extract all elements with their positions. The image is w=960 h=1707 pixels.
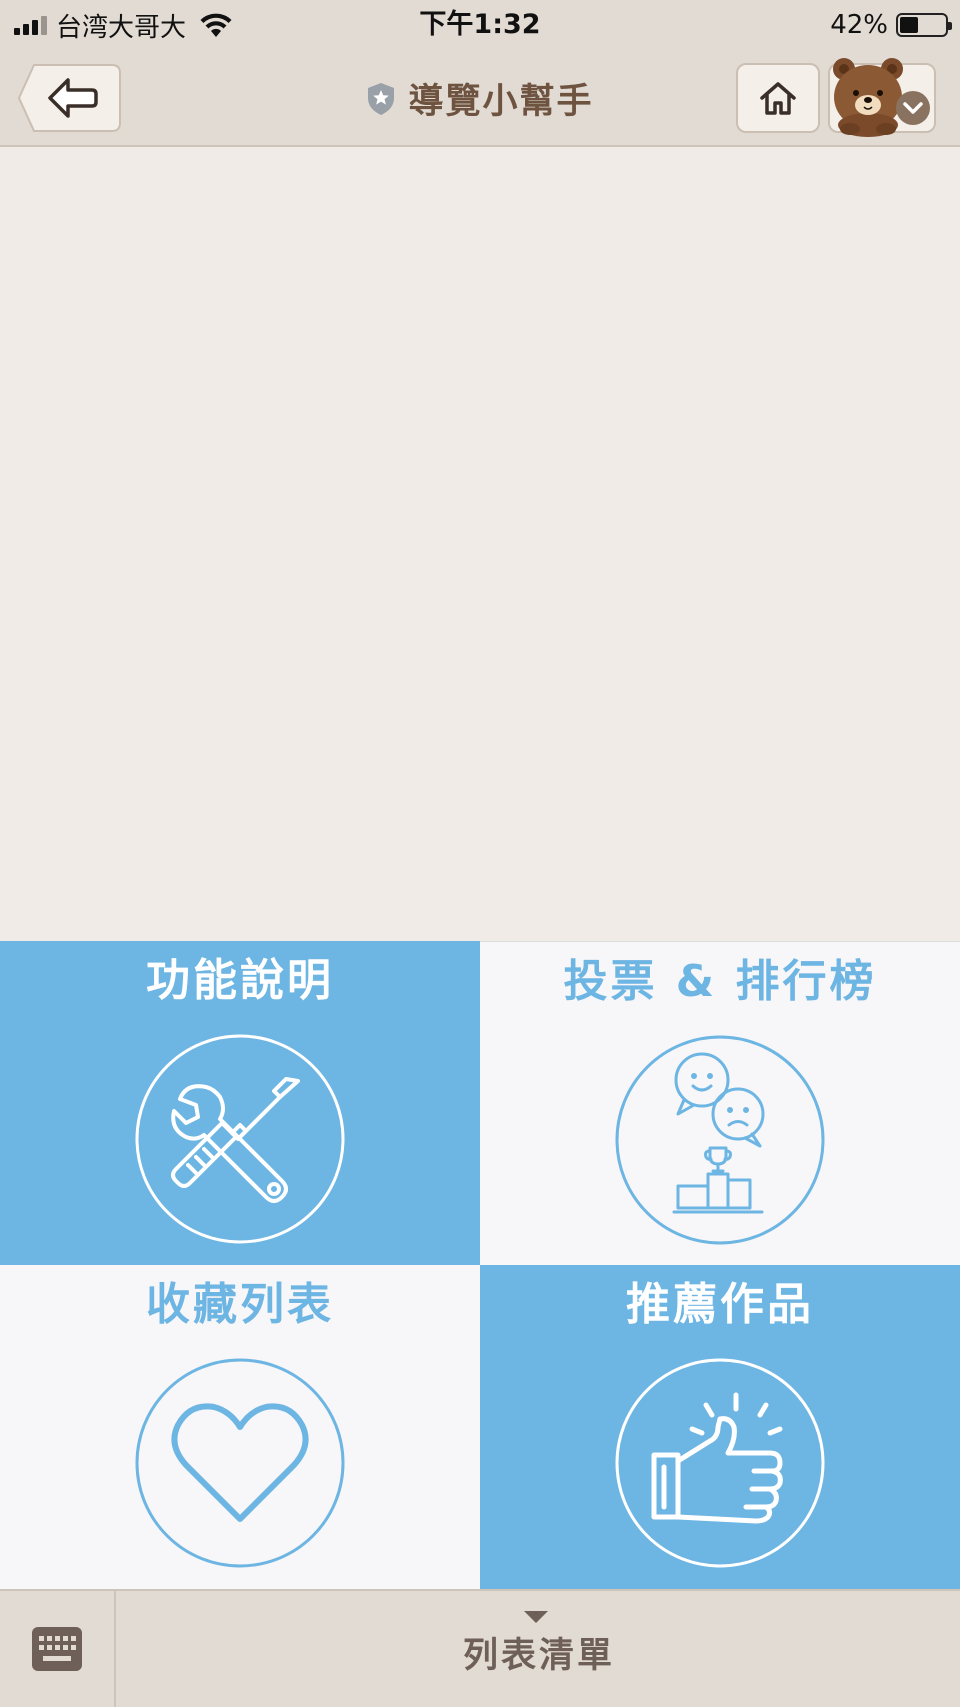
- menu-tile-label: 收藏列表: [146, 1279, 334, 1330]
- thumbs-up-icon: [615, 1358, 825, 1568]
- menu-tile-favorites[interactable]: 收藏列表: [0, 1265, 480, 1589]
- heart-icon: [135, 1358, 345, 1568]
- menu-tile-label: 推薦作品: [626, 1279, 814, 1330]
- home-icon: [760, 82, 796, 115]
- menu-tile-feature-guide[interactable]: 功能說明: [0, 941, 480, 1265]
- nav-bar: 導覽小幫手: [0, 50, 960, 147]
- account-menu-button[interactable]: [828, 58, 936, 137]
- battery-fill: [900, 17, 919, 33]
- tools-icon: [135, 1034, 345, 1244]
- menu-tile-label: 投票 & 排行榜: [563, 956, 877, 1007]
- triangle-down-icon: [524, 1611, 548, 1623]
- rich-menu: 功能說明 投票 & 排行榜 收藏列表 推薦作品: [0, 941, 960, 1589]
- battery-percent: 42%: [830, 10, 888, 40]
- status-time: 下午1:32: [419, 9, 541, 40]
- status-right: 42%: [830, 8, 952, 42]
- keyboard-button[interactable]: [0, 1591, 116, 1707]
- list-menu-label: 列表清單: [462, 1636, 615, 1676]
- list-menu-toggle[interactable]: 列表清單: [118, 1591, 960, 1707]
- bear-avatar: [833, 58, 903, 137]
- battery-icon: [896, 13, 952, 37]
- page-title-text: 導覽小幫手: [408, 82, 594, 122]
- keyboard-icon: [32, 1627, 82, 1671]
- home-button[interactable]: [736, 63, 820, 133]
- menu-tile-label: 功能說明: [146, 955, 334, 1006]
- chevron-down-icon: [896, 91, 930, 125]
- content-area: [0, 147, 960, 941]
- bottom-bar: 列表清單: [0, 1589, 960, 1707]
- status-bar: 台湾大哥大 下午1:32 42%: [0, 0, 960, 50]
- shield-star-icon: [368, 82, 395, 115]
- menu-tile-recommended[interactable]: 推薦作品: [480, 1265, 960, 1589]
- vote-ranking-icon: [615, 1035, 825, 1245]
- menu-tile-vote-ranking[interactable]: 投票 & 排行榜: [480, 941, 960, 1265]
